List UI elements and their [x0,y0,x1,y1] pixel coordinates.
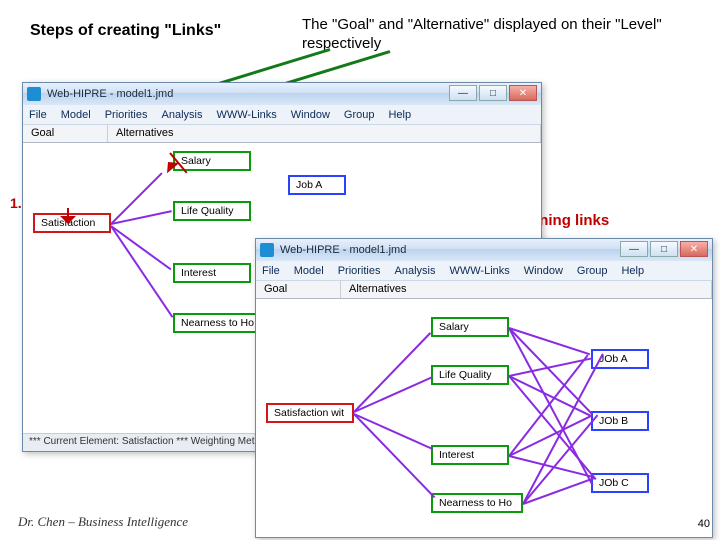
window-title-1: Web-HIPRE - model1.jmd [47,88,173,100]
arrow-left-click-line [67,208,69,220]
link-sat-near [110,225,173,317]
menu-analysis[interactable]: Analysis [162,109,203,121]
min-button[interactable]: — [449,85,477,101]
menu-group[interactable]: Group [344,109,375,121]
menubar-1: File Model Priorities Analysis WWW-Links… [23,105,541,125]
close-button[interactable]: ✕ [509,85,537,101]
link2-sat-salary [353,332,431,413]
titlebar-2[interactable]: Web-HIPRE - model1.jmd — □ ✕ [256,239,712,261]
app-icon [260,243,274,257]
title-right: The "Goal" and "Alternative" displayed o… [302,16,702,54]
link-sat-interest [110,225,171,270]
max-button[interactable]: □ [650,241,678,257]
node-joba-1[interactable]: Job A [288,175,346,195]
node-jobb-2[interactable]: JOb B [591,411,649,431]
node-interest-2[interactable]: Interest [431,445,509,465]
node-interest-1[interactable]: Interest [173,263,251,283]
menu-file[interactable]: File [262,265,280,277]
menu-priorities[interactable]: Priorities [105,109,148,121]
close-button[interactable]: ✕ [680,241,708,257]
menu-analysis[interactable]: Analysis [395,265,436,277]
node-lifequality-2[interactable]: Life Quality [431,365,509,385]
column-headers-2: Goal Alternatives [256,281,712,299]
link2-lq-a [509,357,593,377]
col-goal-2[interactable]: Goal [256,281,341,298]
menu-priorities[interactable]: Priorities [338,265,381,277]
window-title-2: Web-HIPRE - model1.jmd [280,244,406,256]
app-window-2: Web-HIPRE - model1.jmd — □ ✕ File Model … [255,238,713,538]
node-lifequality-1[interactable]: Life Quality [173,201,251,221]
app-icon [27,87,41,101]
menu-wwwlinks[interactable]: WWW-Links [449,265,509,277]
page-number: 40 [698,518,710,530]
menubar-2: File Model Priorities Analysis WWW-Links… [256,261,712,281]
menu-group[interactable]: Group [577,265,608,277]
col-goal-1[interactable]: Goal [23,125,108,142]
menu-help[interactable]: Help [621,265,644,277]
menu-model[interactable]: Model [294,265,324,277]
node-jobc-2[interactable]: JOb C [591,473,649,493]
col-alt-2[interactable]: Alternatives [341,281,712,298]
min-button[interactable]: — [620,241,648,257]
menu-window[interactable]: Window [524,265,563,277]
canvas-2[interactable]: Satisfaction wit Salary Life Quality Int… [256,299,712,537]
titlebar-1[interactable]: Web-HIPRE - model1.jmd — □ ✕ [23,83,541,105]
title-left: Steps of creating "Links" [30,22,221,40]
footer-credit: Dr. Chen – Business Intelligence [18,514,188,530]
menu-window[interactable]: Window [291,109,330,121]
node-nearness-1[interactable]: Nearness to Ho [173,313,265,333]
node-satisfaction-2[interactable]: Satisfaction wit [266,403,354,423]
column-headers-1: Goal Alternatives [23,125,541,143]
menu-help[interactable]: Help [388,109,411,121]
max-button[interactable]: □ [479,85,507,101]
menu-model[interactable]: Model [61,109,91,121]
node-salary-2[interactable]: Salary [431,317,509,337]
menu-file[interactable]: File [29,109,47,121]
link2-sat-lifeq [354,376,433,413]
node-nearness-2[interactable]: Nearness to Ho [431,493,523,513]
link2-sat-interest [354,413,433,450]
col-alt-1[interactable]: Alternatives [108,125,541,142]
link2-sat-near [353,413,435,498]
menu-wwwlinks[interactable]: WWW-Links [216,109,276,121]
